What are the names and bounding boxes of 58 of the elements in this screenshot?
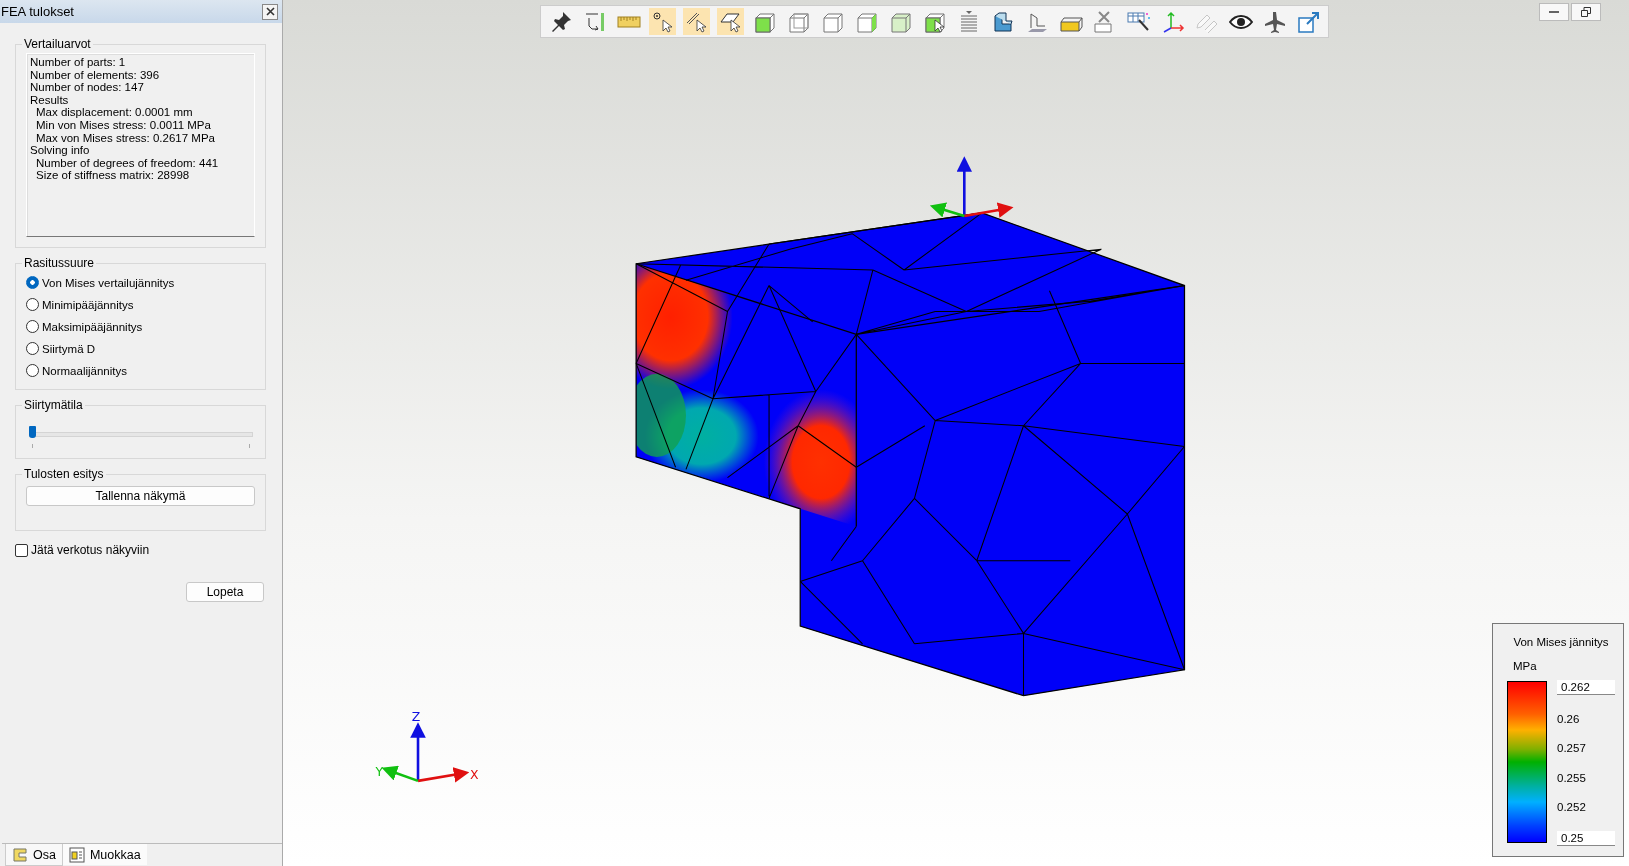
minimize-icon bbox=[1549, 11, 1559, 13]
axis-triad-icon bbox=[381, 722, 470, 783]
minimize-button[interactable] bbox=[1539, 3, 1569, 21]
window-export-icon bbox=[1296, 9, 1321, 34]
group-title: Siirtymätila bbox=[23, 398, 84, 412]
toolbar-button[interactable] bbox=[683, 8, 710, 35]
close-icon bbox=[265, 7, 275, 16]
quit-button[interactable]: Lopeta bbox=[186, 582, 264, 602]
info-line: Number of parts: 1 bbox=[30, 56, 127, 69]
form-icon bbox=[68, 846, 85, 863]
group-title: Tulosten esitys bbox=[23, 467, 105, 481]
radio-button[interactable] bbox=[26, 276, 39, 289]
restore-icon bbox=[1581, 7, 1591, 17]
z-axis-label: Z bbox=[411, 708, 421, 724]
radio-button[interactable] bbox=[26, 342, 39, 355]
scale-label: 0.255 bbox=[1557, 771, 1587, 784]
info-line: Max displacement: 0.0001 mm bbox=[35, 106, 194, 119]
group-title: Rasitussuure bbox=[23, 256, 96, 270]
point-select-icon bbox=[650, 9, 675, 34]
legend-title: Von Mises jännitys bbox=[1512, 636, 1610, 648]
max-value-field[interactable]: 0.262 bbox=[1557, 680, 1615, 695]
info-line: Number of nodes: 147 bbox=[30, 81, 145, 94]
info-line: Results bbox=[30, 93, 70, 107]
close-button[interactable] bbox=[262, 3, 278, 20]
info-line: Solving info bbox=[30, 144, 91, 157]
info-line: Number of degrees of freedom: 441 bbox=[35, 156, 220, 170]
radio-button[interactable] bbox=[26, 320, 39, 333]
scale-label: 0.252 bbox=[1557, 801, 1587, 814]
checkbox-label[interactable]: Jätä verkotus näkyviin bbox=[31, 543, 150, 557]
legend-unit: MPa bbox=[1513, 660, 1538, 672]
panel-title: FEA tulokset bbox=[1, 4, 74, 19]
airplane-icon bbox=[1262, 9, 1287, 34]
radio-label[interactable]: Maksimipääjännitys bbox=[42, 320, 143, 333]
save-view-button[interactable]: Tallenna näkymä bbox=[26, 486, 255, 506]
scale-label: 0.26 bbox=[1557, 712, 1581, 725]
toolbar-button[interactable] bbox=[649, 8, 676, 35]
y-axis-label: Y bbox=[375, 763, 384, 779]
radio-button[interactable] bbox=[26, 298, 39, 311]
info-line: Number of elements: 396 bbox=[30, 68, 161, 82]
bottom-tab[interactable]: Osa bbox=[5, 844, 63, 866]
min-value-field[interactable]: 0.25 bbox=[1557, 830, 1615, 846]
bottom-tab[interactable]: Muokkaa bbox=[62, 844, 147, 865]
radio-label[interactable]: Normaalijännitys bbox=[42, 364, 127, 377]
info-line: Min von Mises stress: 0.0011 MPa bbox=[35, 118, 212, 132]
part-icon bbox=[12, 846, 28, 863]
radio-label[interactable]: Minimipääjännitys bbox=[42, 298, 134, 311]
x-axis-label: X bbox=[469, 766, 479, 782]
info-line: Max von Mises stress: 0.2617 MPa bbox=[35, 131, 216, 145]
slider-thumb[interactable] bbox=[29, 426, 36, 438]
view-triad-icon bbox=[929, 156, 1014, 218]
radio-label[interactable]: Von Mises vertailujännitys bbox=[42, 276, 175, 289]
info-line: Size of stiffness matrix: 28998 bbox=[35, 169, 191, 182]
radio-button[interactable] bbox=[26, 364, 39, 377]
scale-label: 0.257 bbox=[1557, 742, 1587, 755]
restore-button[interactable] bbox=[1571, 3, 1601, 21]
group-title: Vertailuarvot bbox=[23, 37, 92, 51]
radio-label[interactable]: Siirtymä D bbox=[42, 342, 96, 355]
checkbox[interactable] bbox=[15, 543, 28, 557]
